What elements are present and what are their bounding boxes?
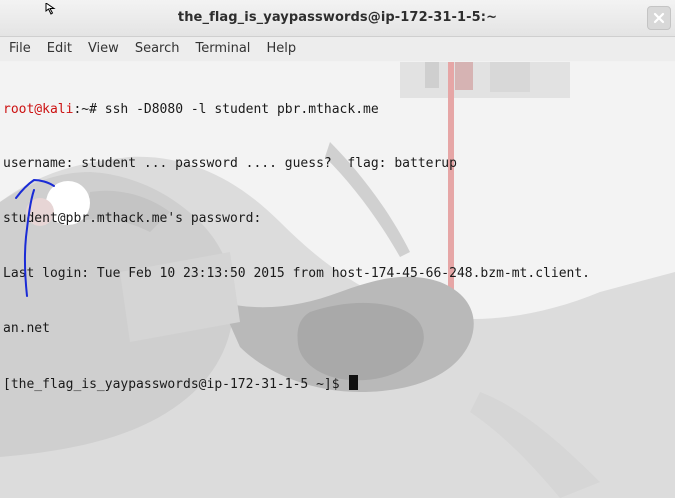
window-title: the_flag_is_yaypasswords@ip-172-31-1-5:~ xyxy=(177,10,498,25)
terminal-window: the_flag_is_yaypasswords@ip-172-31-1-5:~… xyxy=(0,0,675,498)
menu-help[interactable]: Help xyxy=(257,37,303,61)
menu-view[interactable]: View xyxy=(79,37,126,61)
menu-terminal[interactable]: Terminal xyxy=(186,37,257,61)
menu-search[interactable]: Search xyxy=(126,37,187,61)
menu-edit[interactable]: Edit xyxy=(38,37,79,61)
terminal-area[interactable]: root@kali:~# ssh -D8080 -l student pbr.m… xyxy=(0,62,675,498)
close-button[interactable] xyxy=(647,6,671,30)
menu-bar: File Edit View Search Terminal Help xyxy=(0,37,675,61)
arrow-annotation-icon xyxy=(15,178,55,297)
title-bar[interactable]: the_flag_is_yaypasswords@ip-172-31-1-5:~ xyxy=(0,0,675,37)
close-icon xyxy=(653,12,665,24)
mouse-pointer-icon xyxy=(45,0,59,19)
menu-file[interactable]: File xyxy=(0,37,38,61)
